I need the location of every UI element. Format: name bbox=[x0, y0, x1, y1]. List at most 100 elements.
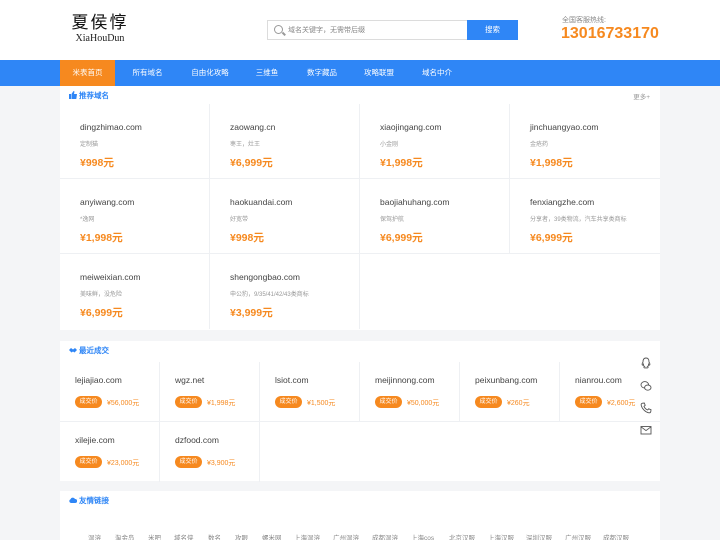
domain-card[interactable]: baojiahuhang.com 保驾护航 ¥6,999元 bbox=[360, 179, 510, 254]
friend-links-panel: 友情链接 湿溶 淘金岛 米吧 域名侠 数名 攻眼 螺米网 上海湿溶 广州湿溶 成… bbox=[60, 491, 660, 540]
domain-card[interactable]: haokuandai.com 好宽带 ¥998元 bbox=[210, 179, 360, 254]
hotline-label: 全国客服热线: bbox=[562, 17, 606, 24]
friend-link[interactable]: 广州湿溶 bbox=[333, 532, 359, 540]
recommended-title: 推荐域名 bbox=[79, 91, 109, 100]
main-nav: 米表首页 所有域名 自由化攻略 三维鱼 数字藏品 攻略联盟 域名中介 bbox=[0, 60, 720, 86]
domain-desc: 小金刚 bbox=[380, 142, 399, 148]
nav-item-home[interactable]: 米表首页 bbox=[60, 60, 115, 86]
hotline-number: 13016733170 bbox=[561, 25, 659, 42]
thumbs-up-icon bbox=[69, 91, 77, 99]
deal-card[interactable]: lejiajiao.com 成交价 ¥56,000元 bbox=[60, 362, 160, 422]
domain-price: ¥6,999元 bbox=[80, 307, 123, 319]
domain-card[interactable]: jinchuangyao.com 金疮药 ¥1,998元 bbox=[510, 104, 660, 179]
friend-link[interactable]: 淘金岛 bbox=[115, 532, 135, 540]
domain-price: ¥1,998元 bbox=[380, 157, 423, 169]
friend-link[interactable]: 深圳汉服 bbox=[526, 532, 552, 540]
logo-english: XiaHouDun bbox=[75, 33, 125, 44]
domain-desc: 申公豹，9/35/41/42/43类商标 bbox=[230, 292, 309, 298]
search-input[interactable] bbox=[288, 21, 463, 39]
deal-card[interactable]: lsiot.com 成交价 ¥1,500元 bbox=[260, 362, 360, 422]
nav-item-guide[interactable]: 自由化攻略 bbox=[180, 60, 240, 86]
domain-name: jinchuangyao.com bbox=[530, 122, 599, 132]
deal-price: ¥56,000元 bbox=[107, 400, 140, 407]
deal-domain: lejiajiao.com bbox=[75, 375, 122, 385]
domain-card[interactable]: shengongbao.com 申公豹，9/35/41/42/43类商标 ¥3,… bbox=[210, 254, 360, 329]
domain-card[interactable]: dingzhimao.com 定制猫 ¥998元 bbox=[60, 104, 210, 179]
domain-price: ¥998元 bbox=[80, 157, 114, 169]
friend-link[interactable]: 数名 bbox=[208, 532, 221, 540]
domain-card[interactable]: fenxiangzhe.com 分享者，39类物流，汽车共享类商标 ¥6,999… bbox=[510, 179, 660, 254]
domain-name: baojiahuhang.com bbox=[380, 197, 450, 207]
domain-card[interactable]: zaowang.cn 枣王，灶王 ¥6,999元 bbox=[210, 104, 360, 179]
domain-name: xiaojingang.com bbox=[380, 122, 442, 132]
domain-card[interactable]: anyiwang.com *逸网 ¥1,998元 bbox=[60, 179, 210, 254]
site-header: 夏侯惇 XiaHouDun 搜索 全国客服热线: 13016733170 bbox=[0, 0, 720, 60]
deal-domain: meijinnong.com bbox=[375, 375, 435, 385]
site-logo[interactable]: 夏侯惇 XiaHouDun bbox=[66, 14, 134, 50]
friend-link[interactable]: 广州汉服 bbox=[565, 532, 591, 540]
deal-price: ¥50,000元 bbox=[407, 400, 440, 407]
friend-link[interactable]: 成都汉服 bbox=[603, 532, 629, 540]
nav-item-alliance[interactable]: 攻略联盟 bbox=[353, 60, 405, 86]
recommended-panel: 推荐域名 更多+ dingzhimao.com 定制猫 ¥998元 zaowan… bbox=[60, 86, 660, 330]
domain-price: ¥6,999元 bbox=[530, 232, 573, 244]
more-link[interactable]: 更多+ bbox=[633, 91, 650, 101]
friend-link[interactable]: 上海汉服 bbox=[488, 532, 514, 540]
friend-link[interactable]: 上海cos bbox=[411, 532, 434, 540]
deal-badge: 成交价 bbox=[575, 396, 602, 408]
friend-links-title: 友情链接 bbox=[79, 496, 109, 505]
deal-card[interactable]: peixunbang.com 成交价 ¥260元 bbox=[460, 362, 560, 422]
domain-desc: 美味鲜，没危险 bbox=[80, 292, 123, 298]
nav-item-broker[interactable]: 域名中介 bbox=[411, 60, 463, 86]
friend-link[interactable]: 北京汉服 bbox=[449, 532, 475, 540]
domain-desc: *逸网 bbox=[80, 217, 95, 223]
handshake-icon bbox=[69, 348, 77, 353]
friend-link[interactable]: 域名侠 bbox=[174, 532, 194, 540]
domain-price: ¥3,999元 bbox=[230, 307, 273, 319]
nav-item-digital-collectibles[interactable]: 数字藏品 bbox=[297, 60, 347, 86]
friend-link[interactable]: 攻眼 bbox=[235, 532, 248, 540]
domain-name: dingzhimao.com bbox=[80, 122, 142, 132]
deal-card[interactable]: meijinnong.com 成交价 ¥50,000元 bbox=[360, 362, 460, 422]
domain-card[interactable]: meiweixian.com 美味鲜，没危险 ¥6,999元 bbox=[60, 254, 210, 329]
deal-badge: 成交价 bbox=[175, 456, 202, 468]
nav-item-sanweiyu[interactable]: 三维鱼 bbox=[243, 60, 291, 86]
deal-card[interactable]: xilejie.com 成交价 ¥23,000元 bbox=[60, 422, 160, 482]
domain-name: anyiwang.com bbox=[80, 197, 135, 207]
domain-name: shengongbao.com bbox=[230, 272, 300, 282]
search-button[interactable]: 搜索 bbox=[467, 20, 518, 40]
domain-name: zaowang.cn bbox=[230, 122, 276, 132]
recent-deals-panel: 最近成交 lejiajiao.com 成交价 ¥56,000元 wgz.net … bbox=[60, 341, 660, 482]
friend-link[interactable]: 螺米网 bbox=[262, 532, 282, 540]
deal-price: ¥2,600元 bbox=[607, 400, 636, 407]
qq-icon[interactable] bbox=[640, 357, 652, 369]
friend-link[interactable]: 成都湿溶 bbox=[372, 532, 398, 540]
deal-badge: 成交价 bbox=[175, 396, 202, 408]
deal-badge: 成交价 bbox=[275, 396, 302, 408]
domain-desc: 定制猫 bbox=[80, 142, 99, 148]
friend-link[interactable]: 米吧 bbox=[148, 532, 161, 540]
recent-deals-title: 最近成交 bbox=[79, 346, 109, 355]
domain-name: haokuandai.com bbox=[230, 197, 293, 207]
domain-price: ¥6,999元 bbox=[230, 157, 273, 169]
domain-desc: 好宽带 bbox=[230, 217, 249, 223]
domain-desc: 分享者，39类物流，汽车共享类商标 bbox=[530, 217, 627, 223]
phone-icon[interactable] bbox=[640, 402, 652, 414]
search-box bbox=[267, 20, 467, 40]
wechat-icon[interactable] bbox=[640, 380, 652, 392]
domain-desc: 保驾护航 bbox=[380, 217, 405, 223]
deal-domain: dzfood.com bbox=[175, 435, 219, 445]
mail-icon[interactable] bbox=[640, 424, 652, 436]
cloud-icon bbox=[69, 497, 77, 503]
deal-domain: nianrou.com bbox=[575, 375, 622, 385]
deal-price: ¥260元 bbox=[507, 400, 530, 407]
nav-item-all-domains[interactable]: 所有域名 bbox=[120, 60, 175, 86]
friend-link[interactable]: 湿溶 bbox=[88, 532, 101, 540]
deal-badge: 成交价 bbox=[75, 456, 102, 468]
deal-card[interactable]: wgz.net 成交价 ¥1,998元 bbox=[160, 362, 260, 422]
domain-price: ¥1,998元 bbox=[80, 232, 123, 244]
deal-card[interactable]: dzfood.com 成交价 ¥3,900元 bbox=[160, 422, 260, 482]
domain-card[interactable]: xiaojingang.com 小金刚 ¥1,998元 bbox=[360, 104, 510, 179]
friend-link[interactable]: 上海湿溶 bbox=[294, 532, 320, 540]
search-icon bbox=[274, 25, 283, 34]
